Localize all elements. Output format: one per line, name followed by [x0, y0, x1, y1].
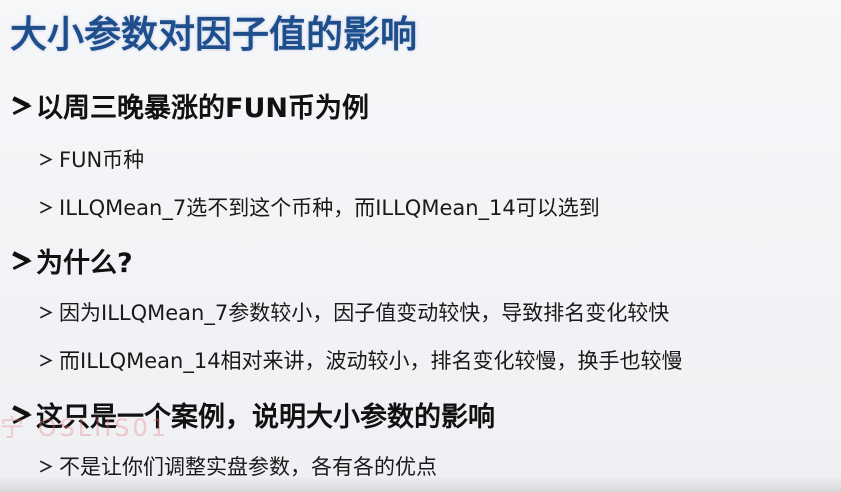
slide: 大小参数对因子值的影响 以周三晚暴涨的FUN币为例 FUN币种 ILLQMean…	[0, 0, 841, 492]
bullet-text: FUN币种	[59, 148, 145, 172]
bullet-text: ILLQMean_7选不到这个币种，而ILLQMean_14可以选到	[59, 196, 600, 220]
bullet-text: 而ILLQMean_14相对来讲，波动较小，排名变化较慢，换手也较慢	[59, 349, 683, 373]
slide-title: 大小参数对因子值的影响	[10, 13, 417, 56]
arrow-bullet-icon	[38, 200, 53, 215]
bullet-text: 因为ILLQMean_7参数较小，因子值变动较快，导致排名变化较快	[59, 301, 670, 325]
bullet-level2: ILLQMean_7选不到这个币种，而ILLQMean_14可以选到	[38, 192, 600, 222]
bullet-level2: 而ILLQMean_14相对来讲，波动较小，排名变化较慢，换手也较慢	[38, 345, 683, 375]
arrow-bullet-icon	[38, 305, 53, 320]
watermark: 宁 OSLIIS01	[0, 414, 170, 442]
arrow-bullet-icon	[10, 95, 32, 117]
arrow-bullet-icon	[38, 152, 53, 167]
bullet-level2: 因为ILLQMean_7参数较小，因子值变动较快，导致排名变化较快	[38, 297, 669, 327]
bottom-shadow	[0, 476, 841, 492]
arrow-bullet-icon	[10, 250, 32, 272]
bullet-level1: 为什么?	[10, 241, 133, 280]
bullet-level2: FUN币种	[38, 144, 144, 174]
arrow-bullet-icon	[38, 459, 53, 474]
arrow-bullet-icon	[38, 353, 53, 368]
bullet-text: 为什么?	[36, 248, 133, 279]
bullet-level1: 以周三晚暴涨的FUN币为例	[10, 86, 369, 125]
bullet-text: 以周三晚暴涨的FUN币为例	[36, 93, 369, 124]
